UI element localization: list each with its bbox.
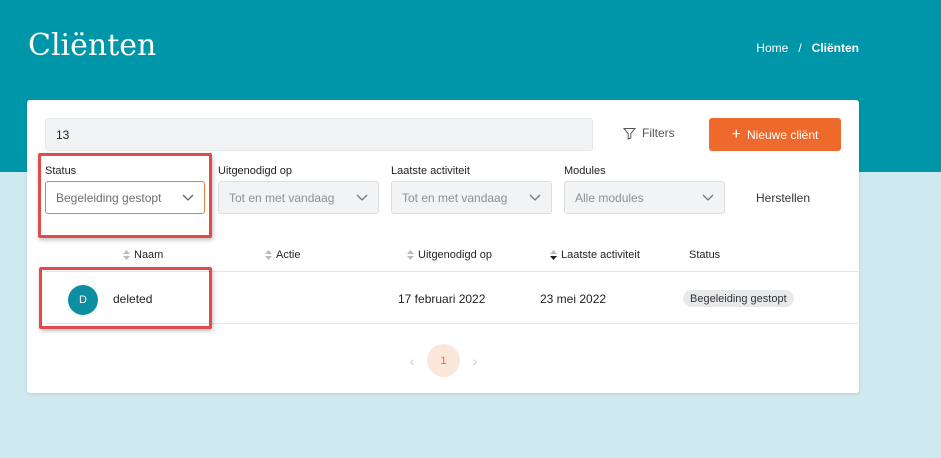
pagination-prev-button[interactable]: ‹ (397, 353, 427, 369)
client-last-activity: 23 mei 2022 (540, 292, 607, 306)
chevron-down-icon (702, 194, 714, 201)
breadcrumb-current: Cliënten (811, 41, 859, 55)
breadcrumb-separator: / (798, 41, 802, 55)
column-header-last-activity-label: Laatste activiteit (561, 249, 640, 261)
column-header-action-label: Actie (276, 249, 301, 261)
last-activity-filter-label: Laatste activiteit (391, 165, 470, 177)
sort-desc-icon (550, 250, 557, 260)
reset-button[interactable]: Herstellen (756, 191, 810, 205)
column-header-status[interactable]: Status (689, 249, 720, 261)
pagination: ‹ 1 › (397, 344, 490, 377)
sort-icon (123, 250, 130, 260)
filter-icon (623, 127, 636, 140)
invited-filter-label: Uitgenodigd op (218, 165, 293, 177)
column-header-status-label: Status (689, 249, 721, 261)
invited-select-value: Tot en met vandaag (229, 190, 335, 205)
new-client-button[interactable]: + Nieuwe cliënt (709, 118, 841, 151)
modules-select[interactable]: Alle modules (564, 181, 725, 214)
status-select[interactable]: Begeleiding gestopt (45, 181, 205, 214)
breadcrumb-home[interactable]: Home (756, 41, 788, 55)
last-activity-select[interactable]: Tot en met vandaag (391, 181, 552, 214)
sort-icon (265, 250, 272, 260)
new-client-label: Nieuwe cliënt (746, 127, 819, 142)
filters-label: Filters (642, 126, 675, 140)
chevron-down-icon (529, 194, 541, 201)
column-header-name[interactable]: Naam (123, 249, 163, 261)
clients-card: Filters + Nieuwe cliënt Status Begeleidi… (27, 100, 859, 393)
sort-icon (407, 250, 414, 260)
pagination-page-1[interactable]: 1 (427, 344, 460, 377)
status-filter-label: Status (45, 165, 77, 177)
search-input[interactable] (45, 118, 593, 151)
table-header: Naam Actie Uitgenodigd op Laatste activi… (45, 240, 859, 272)
plus-icon: + (731, 125, 741, 143)
status-badge: Begeleiding gestopt (683, 290, 794, 307)
avatar: D (68, 285, 98, 315)
last-activity-select-value: Tot en met vandaag (402, 190, 508, 205)
chevron-down-icon (182, 194, 194, 201)
pagination-next-button[interactable]: › (460, 353, 490, 369)
page-title: Cliënten (28, 28, 157, 63)
column-header-invited[interactable]: Uitgenodigd op (407, 249, 492, 261)
modules-filter-label: Modules (564, 165, 606, 177)
client-invited-date: 17 februari 2022 (398, 292, 486, 306)
modules-select-value: Alle modules (575, 190, 644, 205)
filters-button[interactable]: Filters (623, 126, 675, 140)
column-header-action[interactable]: Actie (265, 249, 300, 261)
column-header-invited-label: Uitgenodigd op (418, 249, 493, 261)
client-name[interactable]: deleted (113, 292, 152, 306)
status-select-value: Begeleiding gestopt (56, 190, 162, 205)
table-row[interactable]: D deleted 17 februari 2022 23 mei 2022 B… (45, 273, 859, 324)
column-header-last-activity[interactable]: Laatste activiteit (550, 249, 640, 261)
breadcrumb: Home / Cliënten (756, 41, 859, 55)
invited-select[interactable]: Tot en met vandaag (218, 181, 379, 214)
column-header-name-label: Naam (134, 249, 164, 261)
chevron-down-icon (356, 194, 368, 201)
